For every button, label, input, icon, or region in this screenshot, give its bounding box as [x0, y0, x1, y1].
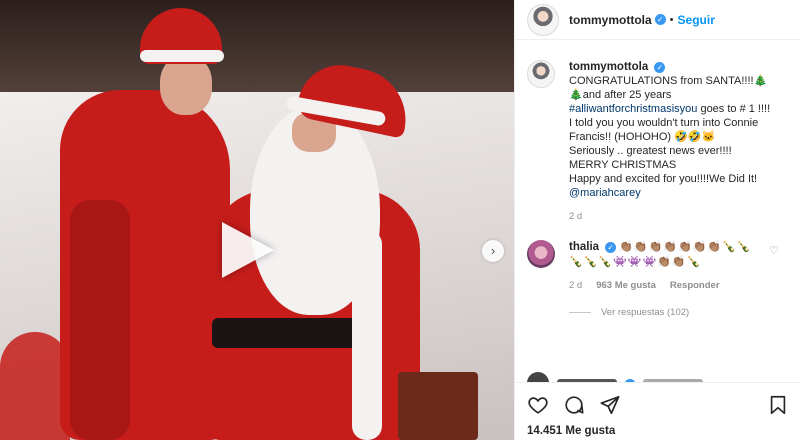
caption-line-1: CONGRATULATIONS from SANTA!!!! — [569, 75, 754, 87]
woman-shadow — [70, 200, 130, 440]
comment-meta: 2 d 963 Me gusta Responder — [569, 278, 759, 293]
foreground-red-object — [0, 332, 70, 440]
caption-line: 🎄and after 25 years — [569, 88, 789, 102]
comment-body: thalia ✓ 👏🏽👏🏽👏🏽👏🏽👏🏽👏🏽👏🏽🍾🍾🍾🍾🍾👾👾👾👏🏽👏🏽🍾 2 d… — [569, 240, 759, 293]
comment-avatar[interactable] — [527, 240, 555, 268]
caption: tommymottola ✓ CONGRATULATIONS from SANT… — [515, 60, 800, 224]
caption-line-4: I told you you wouldn't turn into Connie… — [569, 117, 762, 143]
caption-body: tommymottola ✓ CONGRATULATIONS from SANT… — [569, 60, 789, 224]
post-header: tommymottola ✓ • Seguir — [515, 0, 800, 40]
play-icon[interactable] — [222, 222, 274, 278]
bookmark-icon[interactable] — [767, 394, 789, 416]
santa-coat-trim — [352, 230, 382, 440]
post-username[interactable]: tommymottola — [569, 13, 652, 27]
mention-link[interactable]: @mariahcarey — [569, 187, 641, 199]
action-icons — [527, 393, 789, 417]
view-replies-label[interactable]: Ver respuestas (102) — [601, 307, 689, 318]
christmas-tree-icon: 🎄 — [569, 89, 583, 101]
avatar[interactable] — [527, 3, 559, 36]
verified-badge-icon: ✓ — [605, 241, 617, 253]
woman-face — [160, 55, 212, 115]
likes-count[interactable]: 14.451 Me gusta — [527, 425, 789, 437]
caption-username[interactable]: tommymottola — [569, 61, 648, 73]
list-item: thalia ✓ 👏🏽👏🏽👏🏽👏🏽👏🏽👏🏽👏🏽🍾🍾🍾🍾🍾👾👾👾👏🏽👏🏽🍾 2 d… — [515, 224, 800, 293]
caption-avatar[interactable] — [527, 60, 555, 88]
christmas-tree-icon: 🎄 — [753, 75, 768, 87]
chair-frame — [398, 372, 478, 440]
replies-divider — [569, 312, 591, 313]
verified-badge-icon: ✓ — [654, 61, 666, 73]
comment-icon[interactable] — [563, 394, 585, 416]
caption-line-5: Seriously .. greatest news ever!!!! — [569, 145, 732, 157]
comment-like-heart-icon[interactable]: ♡ — [769, 244, 779, 293]
hashtag-link[interactable]: #alliwantforchristmasisyou — [569, 103, 697, 115]
caption-line: CONGRATULATIONS from SANTA!!!!🎄 — [569, 74, 789, 88]
post-side-panel: tommymottola ✓ • Seguir tommymottola ✓ C… — [514, 0, 800, 440]
comment-username[interactable]: thalia — [569, 241, 599, 253]
header-separator: • — [669, 13, 674, 26]
laughing-emoji-icon: 🤣🤣🐱 — [674, 131, 716, 143]
heart-icon[interactable] — [527, 394, 549, 416]
follow-button[interactable]: Seguir — [678, 13, 715, 27]
partial-avatar — [527, 372, 549, 382]
chevron-right-icon[interactable]: › — [482, 240, 504, 262]
caption-line-2: and after 25 years — [582, 89, 672, 101]
view-replies-button[interactable]: Ver respuestas (102) — [515, 293, 800, 318]
caption-line-3: goes to # 1 !!!! — [697, 103, 771, 115]
share-icon[interactable] — [599, 394, 621, 416]
comment-time[interactable]: 2 d — [569, 278, 582, 293]
verified-badge-icon: ✓ — [654, 14, 666, 25]
reply-button[interactable]: Responder — [670, 278, 720, 293]
post-actions: 14.451 Me gusta — [515, 382, 800, 440]
caption-line: I told you you wouldn't turn into Connie… — [569, 116, 789, 144]
comment-likes[interactable]: 963 Me gusta — [596, 278, 656, 293]
post-media[interactable]: › — [0, 0, 514, 440]
woman-hat-band — [140, 50, 224, 62]
next-comment-partial — [527, 372, 789, 382]
caption-time[interactable]: 2 d — [569, 210, 789, 224]
caption-line-7: Happy and excited for you!!!!We Did It! — [569, 173, 758, 185]
caption-line-6: MERRY CHRISTMAS — [569, 159, 677, 171]
caption-line: #alliwantforchristmasisyou goes to # 1 !… — [569, 102, 789, 116]
comments-list[interactable]: tommymottola ✓ CONGRATULATIONS from SANT… — [515, 60, 800, 380]
